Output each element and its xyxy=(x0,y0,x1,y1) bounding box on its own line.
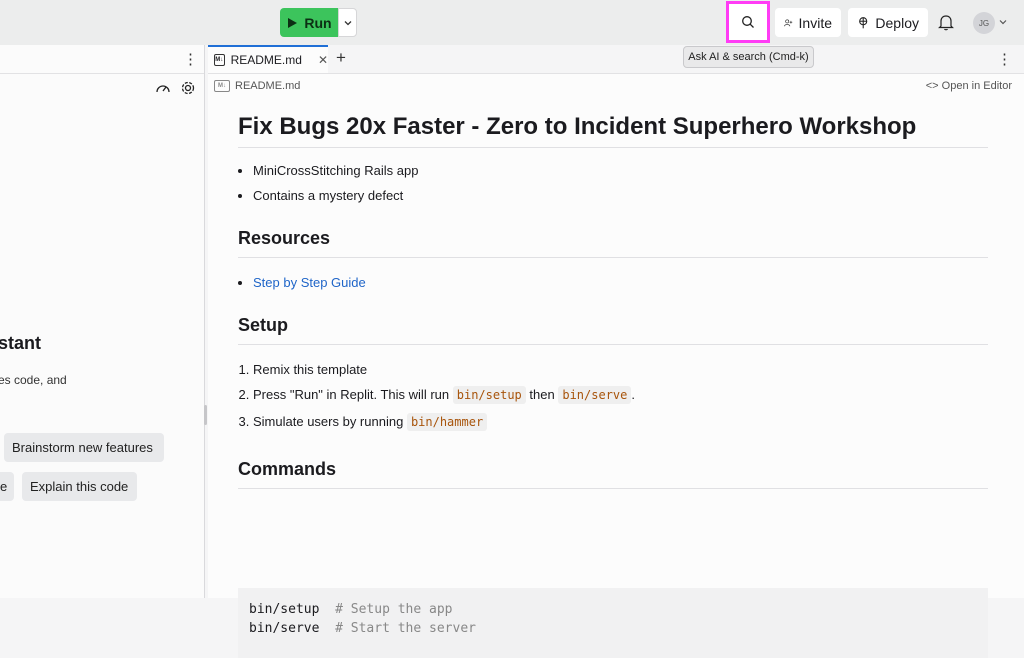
code-block: bin/setup # Setup the app bin/serve # St… xyxy=(238,588,988,658)
list-item: Contains a mystery defect xyxy=(253,186,988,211)
breadcrumb: M↓ README.md xyxy=(214,80,300,92)
assistant-subtitle: es code, and xyxy=(0,373,67,387)
list-item: Simulate users by running bin/hammer xyxy=(253,412,988,437)
code-comment: # Start the server xyxy=(335,621,476,636)
gear-icon[interactable] xyxy=(180,80,196,96)
inline-code: bin/serve xyxy=(558,386,632,404)
play-icon xyxy=(288,17,298,28)
suggestion-explain-code[interactable]: Explain this code xyxy=(22,472,137,501)
more-options-icon[interactable]: ⋮ xyxy=(183,50,198,68)
chevron-down-icon[interactable] xyxy=(998,17,1008,27)
inline-code: bin/hammer xyxy=(406,413,488,431)
open-in-editor-link[interactable]: <> Open in Editor xyxy=(926,80,1012,92)
run-label: Run xyxy=(304,14,332,31)
left-panel-header: ⋮ xyxy=(0,45,204,74)
top-bar: Run Invite Deploy JG xyxy=(0,0,1024,45)
run-dropdown-button[interactable] xyxy=(338,8,357,37)
code-line: bin/serve # Start the server xyxy=(249,619,977,638)
list-item: Press "Run" in Replit. This will run bin… xyxy=(253,385,988,410)
list-item: Remix this template xyxy=(253,360,988,385)
markdown-icon: M↓ xyxy=(214,54,225,66)
bell-icon[interactable] xyxy=(938,13,954,31)
invite-button[interactable]: Invite xyxy=(775,8,841,37)
code-line: bin/setup # Setup the app xyxy=(249,600,977,619)
step-text: Press "Run" in Replit. This will run xyxy=(253,387,450,402)
editor-pane: M↓ README.md ✕ + ⋮ M↓ README.md <> Open … xyxy=(208,45,1024,658)
resources-heading: Resources xyxy=(238,228,988,258)
gauge-icon[interactable] xyxy=(155,81,171,95)
inline-code: bin/setup xyxy=(452,386,526,404)
avatar[interactable]: JG xyxy=(973,12,995,34)
deploy-button[interactable]: Deploy xyxy=(848,8,928,37)
search-icon xyxy=(742,16,754,28)
panel-resize-handle[interactable] xyxy=(204,405,207,425)
markdown-preview: Fix Bugs 20x Faster - Zero to Incident S… xyxy=(238,113,988,658)
deploy-icon xyxy=(859,16,868,28)
list-item: MiniCrossStitching Rails app xyxy=(253,161,988,186)
commands-heading: Commands xyxy=(238,459,988,489)
resources-list: Step by Step Guide xyxy=(238,273,988,298)
code-command: bin/setup xyxy=(249,602,320,617)
add-user-icon xyxy=(784,18,793,26)
markdown-icon: M↓ xyxy=(214,80,230,92)
step-by-step-guide-link[interactable]: Step by Step Guide xyxy=(253,275,366,290)
tab-label: README.md xyxy=(230,53,302,67)
breadcrumb-file: README.md xyxy=(235,80,301,92)
setup-heading: Setup xyxy=(238,315,988,345)
step-text: then xyxy=(529,387,555,402)
chevron-down-icon xyxy=(344,20,351,25)
tab-bar: M↓ README.md ✕ + ⋮ xyxy=(208,45,1024,74)
step-text: Simulate users by running xyxy=(253,414,404,429)
suggestion-partial[interactable]: e xyxy=(0,472,14,501)
code-comment: # Setup the app xyxy=(335,602,453,617)
code-icon: <> xyxy=(925,80,939,92)
suggestion-brainstorm[interactable]: Brainstorm new features xyxy=(4,433,164,462)
assistant-title: stant xyxy=(0,333,42,353)
tab-readme[interactable]: M↓ README.md ✕ xyxy=(208,45,328,73)
deploy-label: Deploy xyxy=(875,14,919,31)
run-button[interactable]: Run xyxy=(280,8,338,37)
close-icon[interactable]: ✕ xyxy=(318,53,328,67)
invite-label: Invite xyxy=(798,14,832,31)
open-in-editor-label: Open in Editor xyxy=(941,80,1012,92)
left-panel: ⋮ stant es code, and Brainstorm new feat… xyxy=(0,45,205,598)
search-button[interactable] xyxy=(726,1,770,43)
list-item: Step by Step Guide xyxy=(253,273,988,298)
search-tooltip: Ask AI & search (Cmd-k) xyxy=(683,46,814,68)
step-text: . xyxy=(631,387,635,402)
add-tab-icon[interactable]: + xyxy=(336,48,346,68)
setup-list: Remix this template Press "Run" in Repli… xyxy=(238,360,988,437)
intro-list: MiniCrossStitching Rails app Contains a … xyxy=(238,161,988,211)
code-command: bin/serve xyxy=(249,621,320,636)
readme-title: Fix Bugs 20x Faster - Zero to Incident S… xyxy=(238,113,988,148)
more-options-icon[interactable]: ⋮ xyxy=(997,50,1012,68)
